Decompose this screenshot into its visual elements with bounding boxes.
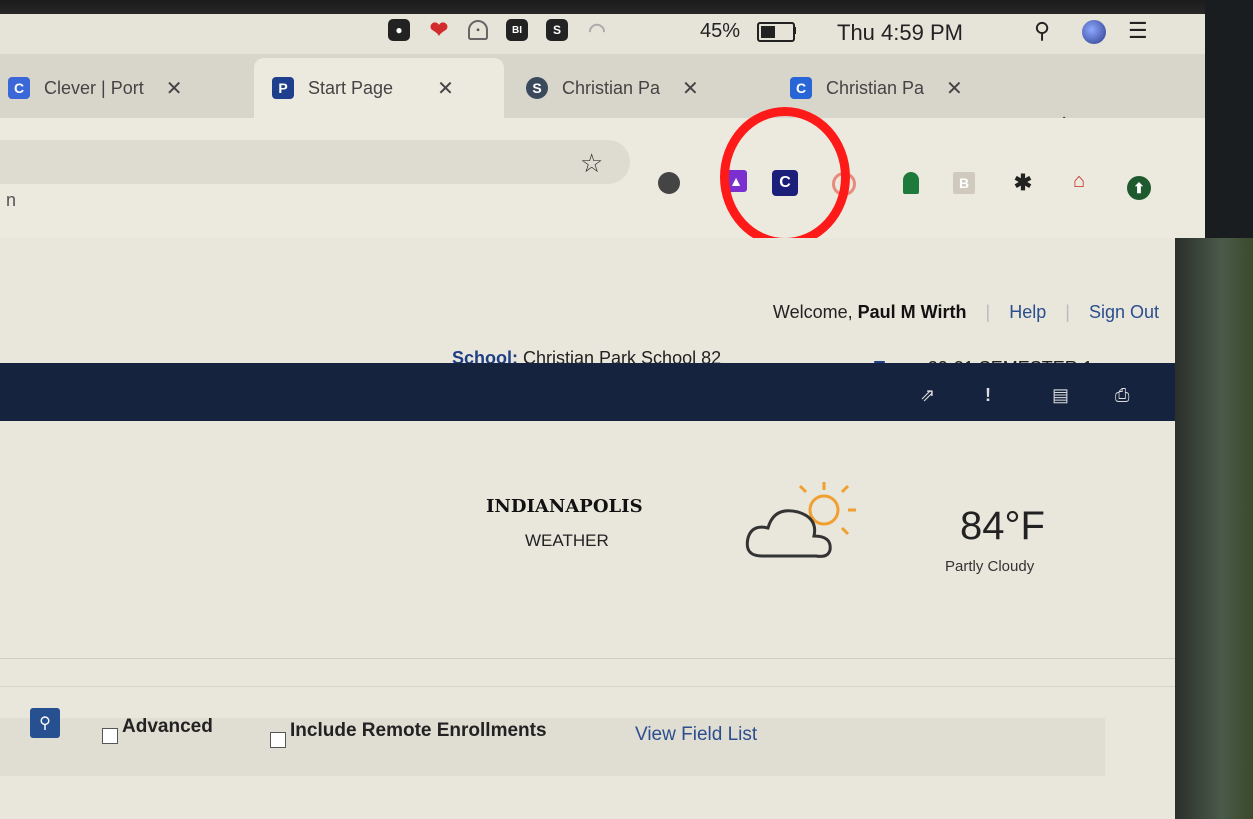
lamp-extension-icon[interactable]: ⌂ — [1068, 170, 1090, 192]
welcome-prefix: Welcome, — [772, 302, 853, 322]
tab-title: Clever | Port — [44, 77, 144, 98]
browser-tab-strip: C Clever | Port ✕ P Start Page ✕ S Chris… — [0, 54, 1220, 118]
search-button[interactable]: ⚲ — [30, 708, 60, 738]
address-bar[interactable] — [0, 140, 630, 184]
sign-out-link[interactable]: Sign Out — [1089, 302, 1159, 322]
screen-bezel — [1205, 0, 1253, 238]
wifi-icon[interactable]: ◠ — [586, 19, 608, 42]
spotlight-search-icon[interactable]: ⚲ — [1034, 18, 1050, 44]
close-tab-icon[interactable]: ✕ — [682, 76, 699, 101]
heart-icon[interactable]: ❤ — [428, 17, 450, 42]
powerschool-favicon-icon: P — [272, 77, 294, 99]
weather-city: INDIANAPOLIS — [486, 496, 643, 517]
tab-clever[interactable]: C Clever | Port ✕ — [8, 58, 238, 118]
lock-arch-icon[interactable]: ▪ — [468, 20, 488, 40]
red-highlight-circle — [720, 107, 850, 247]
menu-bar-clock[interactable]: Thu 4:59 PM — [837, 20, 963, 46]
user-name: Paul M Wirth — [857, 302, 967, 322]
notification-center-icon[interactable]: ☰ — [1128, 18, 1148, 44]
partly-cloudy-icon — [745, 482, 856, 558]
tab-christian-park-1[interactable]: S Christian Pa ✕ — [526, 58, 766, 118]
close-tab-icon[interactable]: ✕ — [946, 76, 963, 101]
menu-bar-surface — [0, 14, 1253, 54]
circle-extension-icon[interactable] — [658, 172, 680, 194]
document-icon[interactable]: ▤ — [1052, 385, 1069, 406]
advanced-checkbox[interactable] — [102, 728, 118, 744]
nav-bar: ⇗ ! ▤ ⎙ — [0, 363, 1175, 421]
alert-icon[interactable]: ! — [985, 385, 991, 406]
divider: | — [985, 302, 991, 322]
hat-extension-icon[interactable] — [903, 172, 919, 194]
view-field-list-link[interactable]: View Field List — [635, 724, 757, 746]
arrow-up-extension-icon[interactable]: ⬆ — [1127, 176, 1151, 200]
tab-start-page[interactable]: P Start Page ✕ — [254, 58, 504, 118]
divider — [0, 658, 1175, 659]
bookmark-star-icon[interactable]: ☆ — [580, 148, 603, 179]
tab-christian-park-2[interactable]: C Christian Pa ✕ — [790, 58, 1020, 118]
menu-bar-status-icons: ● ❤ ▪ BI S ◠ — [388, 17, 626, 42]
tab-title: Christian Pa — [562, 77, 661, 98]
battery-icon[interactable] — [757, 22, 795, 42]
remote-enrollments-checkbox[interactable] — [270, 732, 286, 748]
bi-app-icon[interactable]: BI — [506, 19, 528, 41]
print-icon[interactable]: ⎙ — [1115, 385, 1129, 406]
welcome-line: Welcome, Paul M Wirth | Help | Sign Out — [773, 302, 1159, 323]
tab-title: Start Page — [308, 77, 394, 98]
page-content: Welcome, Paul M Wirth | Help | Sign Out … — [0, 238, 1175, 819]
siri-icon[interactable] — [1082, 20, 1106, 44]
divider — [0, 686, 1175, 687]
s-app-icon[interactable]: S — [546, 19, 568, 41]
clever-favicon-icon: C — [8, 77, 30, 99]
zoom-icon[interactable]: ● — [388, 19, 410, 41]
remote-enrollments-label: Include Remote Enrollments — [290, 720, 547, 741]
address-text[interactable]: n — [6, 190, 16, 211]
b-extension-icon[interactable]: B — [953, 172, 975, 194]
screen-bezel — [1175, 238, 1253, 819]
classroom-favicon-icon: C — [790, 77, 812, 99]
battery-level — [761, 26, 775, 38]
help-link[interactable]: Help — [1009, 302, 1046, 322]
close-tab-icon[interactable]: ✕ — [437, 76, 454, 101]
advanced-label: Advanced — [122, 716, 213, 737]
weather-subtitle: WEATHER — [525, 531, 609, 550]
close-tab-icon[interactable]: ✕ — [166, 76, 183, 101]
weather-temperature: 84°F — [960, 504, 1045, 548]
weather-condition: Partly Cloudy — [945, 558, 1035, 575]
battery-tip — [793, 27, 796, 34]
tab-title: Christian Pa — [826, 77, 925, 98]
battery-percent[interactable]: 45% — [700, 20, 740, 43]
puzzle-extension-icon[interactable]: ✱ — [1012, 170, 1034, 195]
schoology-favicon-icon: S — [526, 77, 548, 99]
external-link-icon[interactable]: ⇗ — [920, 385, 935, 406]
divider: | — [1065, 302, 1070, 322]
